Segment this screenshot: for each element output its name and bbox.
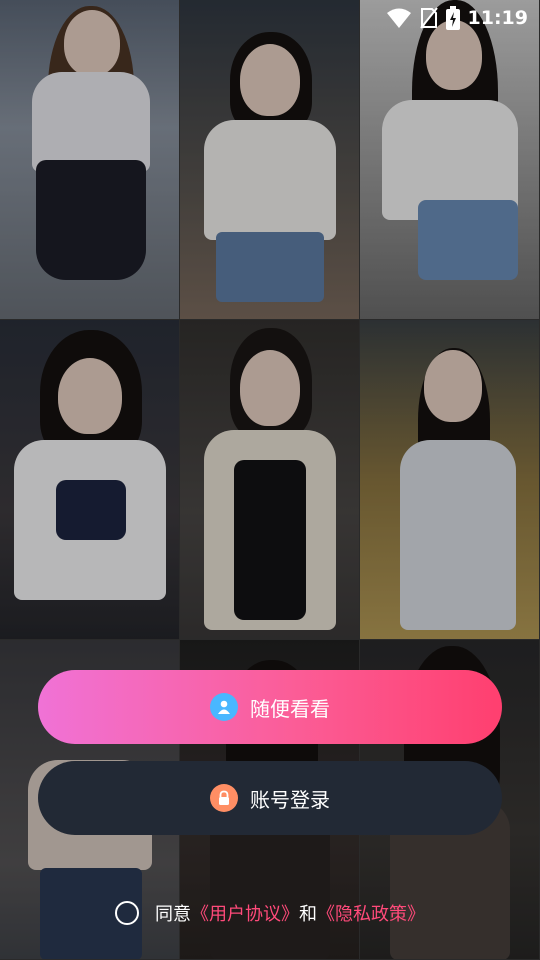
account-login-button[interactable]: 账号登录 xyxy=(38,761,502,835)
login-button-label: 账号登录 xyxy=(250,787,330,812)
battery-charging-icon xyxy=(445,6,460,30)
agreement-prefix: 同意 xyxy=(155,904,191,925)
privacy-policy-link[interactable]: 《隐私政策》 xyxy=(317,900,425,926)
photo-tile xyxy=(0,0,180,320)
photo-tile xyxy=(180,320,360,640)
wifi-icon xyxy=(386,7,412,29)
agreement-row: 同意 《用户协议》 和 《隐私政策》 xyxy=(0,898,540,928)
lock-icon xyxy=(210,784,238,812)
photo-tile xyxy=(0,320,180,640)
photo-tile xyxy=(360,320,540,640)
no-sim-icon xyxy=(419,7,438,29)
agree-radio[interactable] xyxy=(115,901,139,925)
user-agreement-link[interactable]: 《用户协议》 xyxy=(191,900,299,926)
photo-tile xyxy=(360,0,540,320)
user-icon xyxy=(210,693,238,721)
status-time: 11:19 xyxy=(467,7,528,29)
guest-browse-button[interactable]: 随便看看 xyxy=(38,670,502,744)
status-bar: 11:19 xyxy=(348,0,540,36)
guest-button-label: 随便看看 xyxy=(250,696,330,721)
agreement-conjunction: 和 xyxy=(299,904,317,925)
photo-tile xyxy=(180,0,360,320)
